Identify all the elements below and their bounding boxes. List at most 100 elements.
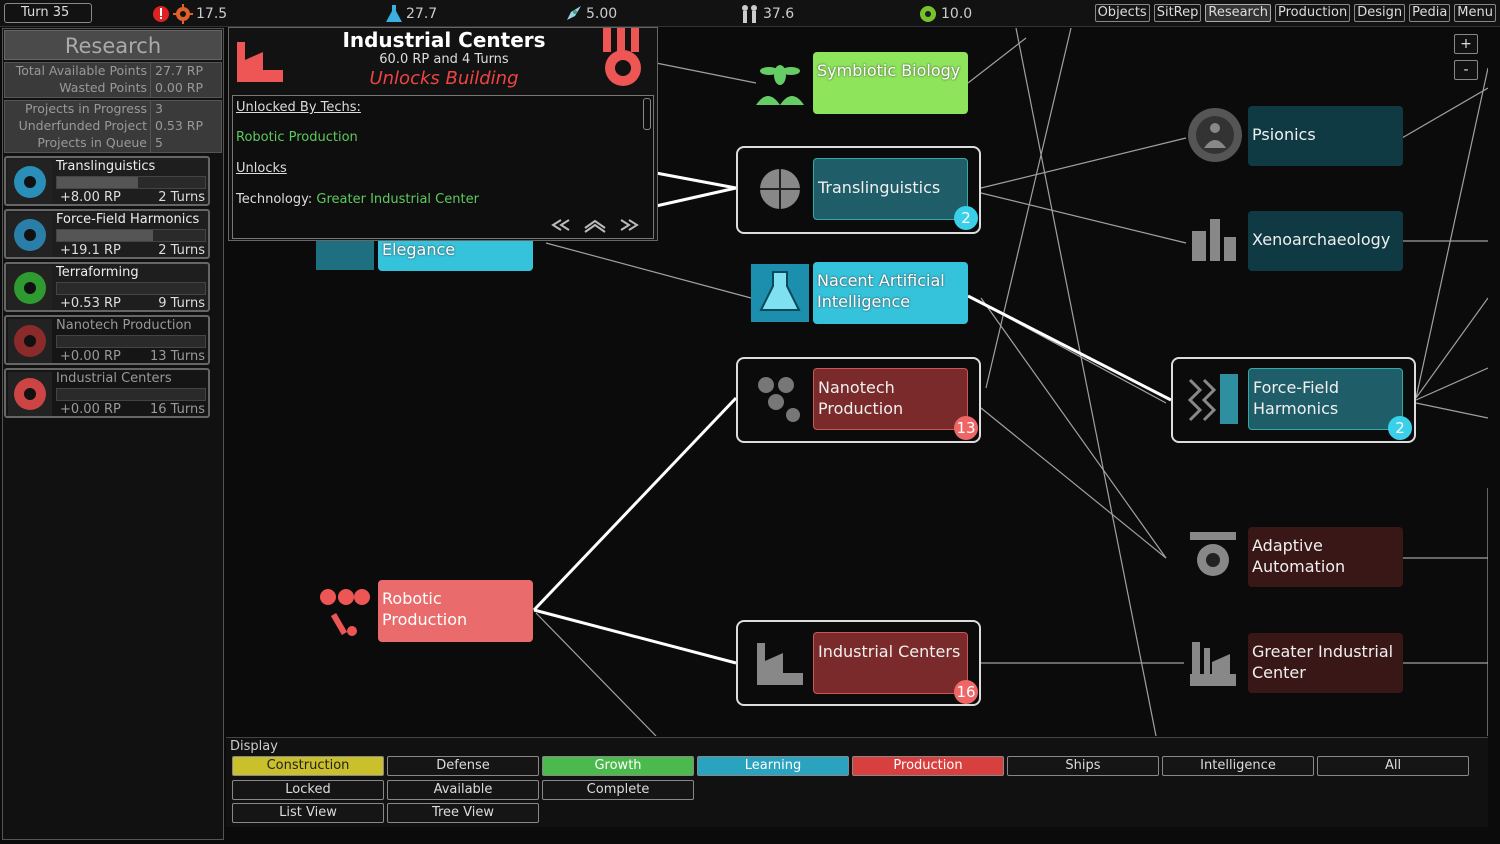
node-label: Industrial Centers	[818, 642, 961, 661]
queue-progress-bar	[56, 229, 206, 242]
tech-node-psionics[interactable]: Psionics	[1248, 106, 1403, 166]
node-label: Translinguistics	[818, 178, 941, 197]
tech-node-symbiotic-biology[interactable]: Symbiotic Biology	[813, 52, 968, 114]
tech-node-greater-industrial-center[interactable]: Greater Industrial Center	[1248, 633, 1403, 693]
tech-node-nanotech-production[interactable]: Nanotech Production	[813, 368, 968, 430]
queue-item-name: Force-Field Harmonics	[56, 212, 200, 227]
filter-defense[interactable]: Defense	[387, 756, 539, 776]
filter-complete[interactable]: Complete	[542, 780, 694, 800]
filter-growth[interactable]: Growth	[542, 756, 694, 776]
filter-ships[interactable]: Ships	[1007, 756, 1159, 776]
industry-value: 17.5	[196, 6, 228, 22]
pedia-button[interactable]: Pedia	[1409, 4, 1451, 22]
popup-title: Industrial Centers	[342, 28, 546, 52]
queue-item-rp: +0.53 RP	[60, 296, 121, 311]
filter-all[interactable]: All	[1317, 756, 1469, 776]
xenoarchaeology-icon	[1192, 219, 1236, 261]
queue-item-turns: 2 Turns	[158, 243, 205, 258]
nanotech-icon	[8, 319, 52, 363]
queue-item-turns: 16 Turns	[149, 402, 205, 417]
research-value: 27.7	[406, 6, 438, 22]
queue-item-turns: 9 Turns	[158, 296, 205, 311]
filter-construction[interactable]: Construction	[232, 756, 384, 776]
influence-stat: 10.0	[918, 4, 972, 24]
design-button[interactable]: Design	[1354, 4, 1406, 22]
queue-item-name: Industrial Centers	[56, 371, 172, 386]
tree-view-button[interactable]: Tree View	[387, 803, 539, 823]
queue-item[interactable]: Terraforming +0.53 RP 9 Turns	[4, 262, 210, 312]
influence-icon	[920, 6, 936, 22]
prerequisite-link[interactable]: Robotic Production	[236, 130, 358, 145]
queue-item[interactable]: Force-Field Harmonics +19.1 RP 2 Turns	[4, 209, 210, 259]
objects-button[interactable]: Objects	[1094, 4, 1150, 22]
queue-item[interactable]: Translinguistics +8.00 RP 2 Turns	[4, 156, 210, 206]
unlock-prefix: Technology:	[236, 192, 313, 207]
popup-cost: 60.0 RP and 4 Turns	[379, 52, 509, 67]
tech-node-force-field-harmonics[interactable]: Force-Field Harmonics	[1248, 368, 1403, 430]
influence-value: 10.0	[941, 6, 973, 22]
stat-label: Underfunded Project	[5, 118, 151, 135]
tech-node-robotic-production[interactable]: Robotic Production	[378, 580, 533, 642]
alert-icon[interactable]	[152, 5, 170, 23]
queue-item[interactable]: Industrial Centers +0.00 RP 16 Turns	[4, 368, 210, 418]
popup-body[interactable]: Unlocked By Techs: Robotic Production Un…	[232, 95, 654, 239]
filter-learning[interactable]: Learning	[697, 756, 849, 776]
trade-value: 5.00	[586, 6, 618, 22]
tech-node-translinguistics[interactable]: Translinguistics	[813, 158, 968, 220]
list-view-button[interactable]: List View	[232, 803, 384, 823]
node-label: Force-Field Harmonics	[1253, 378, 1339, 418]
filter-available[interactable]: Available	[387, 780, 539, 800]
tech-node-nacent-ai[interactable]: Nacent Artificial Intelligence	[813, 262, 968, 324]
menu-button[interactable]: Menu	[1454, 4, 1496, 22]
stat-label: Projects in Queue	[5, 135, 151, 152]
queue-progress-fill	[57, 177, 139, 188]
queue-progress-bar	[56, 388, 206, 401]
unlocks-heading: Unlocks	[236, 161, 287, 176]
research-button[interactable]: Research	[1205, 4, 1272, 22]
queue-position-badge: 13	[954, 416, 978, 440]
stat-label: Total Available Points	[5, 63, 151, 80]
rocket-icon	[567, 6, 581, 20]
zoom-in-button[interactable]: +	[1454, 34, 1478, 54]
node-label: Elegance	[382, 240, 456, 259]
stat-value: 0.00 RP	[155, 80, 204, 95]
queue-item-name: Terraforming	[56, 265, 139, 280]
translinguistics-icon	[8, 160, 52, 204]
production-button[interactable]: Production	[1275, 4, 1351, 22]
stat-label: Projects in Progress	[5, 101, 151, 118]
display-label: Display	[230, 739, 278, 754]
unlock-link[interactable]: Greater Industrial Center	[316, 192, 479, 207]
queue-item[interactable]: Nanotech Production +0.00 RP 13 Turns	[4, 315, 210, 365]
queue-progress-fill	[57, 230, 154, 241]
factory-icon	[8, 372, 52, 416]
tech-node-industrial-centers[interactable]: Industrial Centers	[813, 632, 968, 694]
tech-node-xenoarchaeology[interactable]: Xenoarchaeology	[1248, 211, 1403, 271]
queue-position-badge: 16	[954, 680, 978, 704]
tech-node-adaptive-automation[interactable]: Adaptive Automation	[1248, 527, 1403, 587]
filter-production[interactable]: Production	[852, 756, 1004, 776]
robotic-arm-icon	[320, 589, 370, 636]
popup-scrollbar[interactable]	[643, 98, 651, 130]
nanotech-icon	[758, 377, 800, 422]
turn-indicator[interactable]: Turn 35	[4, 3, 92, 23]
queue-item-turns: 13 Turns	[149, 349, 205, 364]
node-label: Greater Industrial Center	[1252, 642, 1394, 682]
population-icon	[742, 5, 757, 23]
research-panel-title: Research	[4, 30, 222, 60]
forcefield-icon	[1187, 374, 1238, 424]
population-stat: 37.6	[740, 4, 794, 24]
filter-intelligence[interactable]: Intelligence	[1162, 756, 1314, 776]
popup-nav-arrows-icon[interactable]	[549, 216, 641, 234]
stat-value: 3	[155, 101, 163, 116]
sitrep-button[interactable]: SitRep	[1153, 4, 1202, 22]
node-label: Symbiotic Biology	[817, 61, 961, 80]
queue-item-rp: +19.1 RP	[60, 243, 121, 258]
queue-item-turns: 2 Turns	[158, 190, 205, 205]
queue-position-badge: 2	[954, 206, 978, 230]
stat-value: 27.7 RP	[155, 63, 204, 78]
queue-item-rp: +0.00 RP	[60, 402, 121, 417]
zoom-out-button[interactable]: -	[1454, 60, 1478, 80]
forcefield-icon	[8, 213, 52, 257]
filter-locked[interactable]: Locked	[232, 780, 384, 800]
node-label: Psionics	[1252, 125, 1316, 144]
